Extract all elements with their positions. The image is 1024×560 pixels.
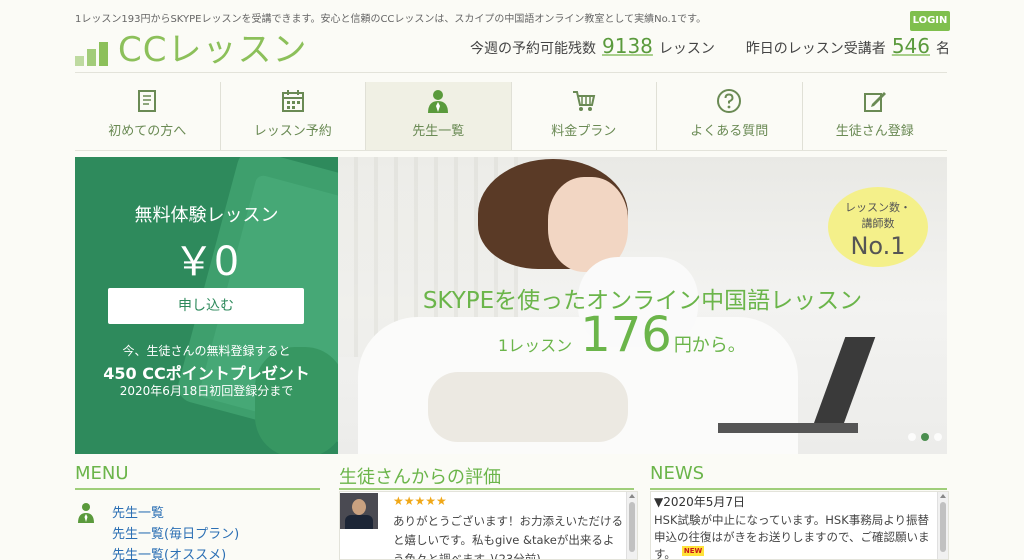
hero-slide[interactable]: SKYPEを使ったオンライン中国語レッスン 1レッスン 176 円から。 レッス… [338, 157, 947, 454]
avatar[interactable] [340, 493, 378, 529]
nav-divider [75, 150, 947, 151]
promo-note: 今、生徒さんの無料登録すると [122, 344, 291, 358]
yesterday-students-count[interactable]: 546 [892, 34, 930, 58]
promo-deadline: 2020年6月18日初回登録分まで [119, 384, 294, 398]
yesterday-students: 昨日のレッスン受講者 546 名 [746, 34, 950, 58]
header-tagline: 1レッスン193円からSKYPEレッスンを受講できます。安心と信頼のCCレッスン… [75, 14, 707, 25]
news-scrollbar[interactable] [937, 492, 948, 559]
menu-link-teachers[interactable]: 先生一覧 [112, 502, 164, 521]
news-underline [650, 488, 947, 490]
hero-banner: 無料体験レッスン ￥0 申し込む 今、生徒さんの無料登録すると 450 CCポイ… [75, 157, 947, 454]
review-text: ありがとうございます！お力添えいただけると嬉しいです。私もgive &takeが… [393, 514, 623, 560]
slider-dot-active[interactable] [921, 433, 929, 441]
book-icon [138, 90, 157, 112]
badge-line3: No.1 [850, 232, 906, 260]
nav-label: レッスン予約 [253, 124, 332, 139]
free-trial-title: 無料体験レッスン [134, 205, 279, 226]
yesterday-students-unit: 名 [936, 41, 950, 57]
scrollbar-thumb[interactable] [940, 502, 946, 552]
weekly-availability: 今週の予約可能残数 9138 レッスン [470, 34, 715, 58]
nav-item-beginners[interactable]: 初めての方へ [75, 82, 221, 150]
main-nav: 初めての方へ レッスン予約 先生一覧 料金プラン よくある質問 生徒さん登録 [75, 82, 947, 150]
pillow-illustration [428, 372, 628, 442]
new-badge: NEW [681, 546, 705, 556]
reviews-underline [339, 488, 634, 490]
news-title: NEWS [650, 463, 705, 484]
slider-dot[interactable] [908, 433, 916, 441]
question-icon [717, 89, 742, 113]
reviews-panel: ★★★★★ ありがとうございます！お力添えいただけると嬉しいです。私もgive … [339, 491, 638, 560]
page: 1レッスン193円からSKYPEレッスンを受講できます。安心と信頼のCCレッスン… [0, 0, 1024, 560]
nav-item-register[interactable]: 生徒さん登録 [803, 82, 948, 150]
reviews-title: 生徒さんからの評価 [339, 467, 501, 488]
slide-price-prefix: 1レッスン [498, 336, 573, 355]
nav-item-pricing[interactable]: 料金プラン [512, 82, 657, 150]
nav-label: 料金プラン [551, 124, 617, 139]
nav-item-teachers[interactable]: 先生一覧 [366, 82, 512, 150]
badge-line2: 講師数 [861, 217, 895, 230]
calendar-icon [281, 90, 304, 112]
edit-icon [863, 92, 886, 112]
site-logo[interactable]: CCレッスン [75, 30, 307, 70]
slider-dots [908, 433, 942, 441]
yesterday-students-label: 昨日のレッスン受講者 [745, 41, 886, 57]
news-text: HSK試験が中止になっています。HSK事務局より振替申込の往復はがきをお送りしま… [654, 512, 934, 559]
nav-label: 先生一覧 [412, 124, 465, 139]
slider-dot[interactable] [934, 433, 942, 441]
teacher-icon [78, 503, 94, 523]
cart-icon [572, 91, 595, 111]
badge-line1: レッスン数・ [845, 201, 911, 214]
slide-price-suffix: 円から。 [673, 335, 746, 356]
free-trial-panel: 無料体験レッスン ￥0 申し込む 今、生徒さんの無料登録すると 450 CCポイ… [75, 157, 338, 454]
reviews-scrollbar[interactable] [626, 492, 637, 559]
weekly-availability-count[interactable]: 9138 [602, 34, 653, 58]
nav-item-booking[interactable]: レッスン予約 [221, 82, 366, 150]
logo-text: CCレッスン [118, 30, 308, 70]
weekly-availability-label: 今週の予約可能残数 [470, 41, 596, 57]
login-button[interactable]: LOGIN [910, 11, 950, 31]
logo-bars-icon [75, 42, 108, 66]
scroll-up-icon[interactable] [940, 494, 946, 498]
promo-points: 450 CCポイントプレゼント [103, 364, 310, 383]
nav-label: 生徒さん登録 [835, 124, 914, 139]
laptop-illustration [718, 337, 918, 437]
teacher-icon [428, 90, 449, 113]
nav-item-faq[interactable]: よくある質問 [657, 82, 803, 150]
menu-underline [75, 488, 320, 490]
news-panel: ▼2020年5月7日 HSK試験が中止になっています。HSK事務局より振替申込の… [650, 491, 949, 560]
no1-badge: レッスン数・ 講師数 No.1 [828, 187, 928, 267]
rating-stars-icon: ★★★★★ [393, 494, 447, 508]
scroll-up-icon[interactable] [629, 494, 635, 498]
menu-link-teachers-daily[interactable]: 先生一覧(毎日プラン) [112, 523, 239, 542]
header-divider [75, 72, 947, 73]
slide-price: 1レッスン 176 円から。 [498, 307, 746, 363]
apply-button[interactable]: 申し込む [108, 288, 304, 324]
weekly-availability-unit: レッスン [658, 41, 715, 57]
scrollbar-thumb[interactable] [629, 502, 635, 552]
menu-title: MENU [75, 463, 129, 484]
nav-label: 初めての方へ [108, 124, 187, 139]
slide-price-value: 176 [580, 307, 672, 363]
header-stats: 今週の予約可能残数 9138 レッスン 昨日のレッスン受講者 546 名 [470, 34, 950, 58]
menu-link-teachers-recommended[interactable]: 先生一覧(オススメ) [112, 544, 226, 560]
nav-label: よくある質問 [690, 124, 769, 139]
free-trial-price: ￥0 [173, 239, 240, 285]
news-date: ▼2020年5月7日 [654, 495, 746, 509]
